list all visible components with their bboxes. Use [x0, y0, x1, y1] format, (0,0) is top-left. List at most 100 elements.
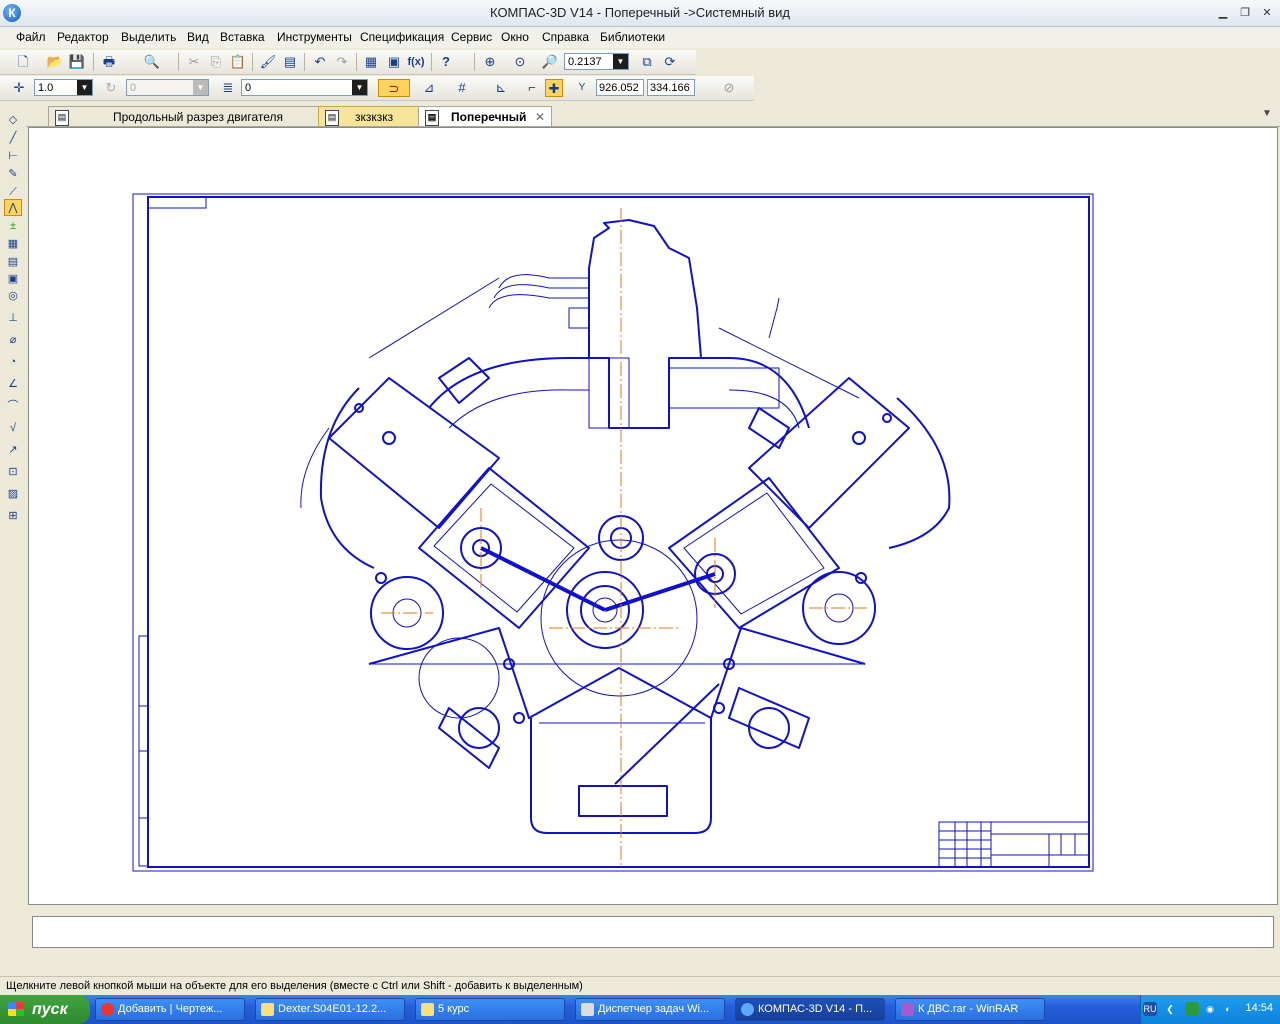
task-folder-5kurs[interactable]: 5 курс — [415, 998, 565, 1021]
start-button[interactable]: пуск — [0, 995, 90, 1024]
table-icon[interactable]: ⊞ — [4, 508, 22, 525]
angle-dim-icon[interactable]: ∠ — [4, 376, 22, 393]
menu-window[interactable]: Окно — [501, 30, 529, 44]
hatch-icon[interactable]: ▨ — [4, 486, 22, 503]
menu-view[interactable]: Вид — [187, 30, 209, 44]
zoom-all-icon[interactable]: ⊙ — [511, 53, 529, 71]
radial-dim-icon[interactable]: ◔ — [4, 354, 22, 371]
zoom-scale-combo[interactable]: 0.2137 ▼ — [564, 53, 629, 70]
coordinate-origin-icon[interactable]: ⊾ — [492, 79, 510, 97]
geometry-icon[interactable]: ◇ — [4, 112, 22, 129]
drawing-canvas[interactable] — [28, 127, 1278, 905]
task-browser[interactable]: Добавить | Чертеж... — [95, 998, 245, 1021]
stop-command-icon[interactable]: ⊘ — [720, 79, 738, 97]
parametrization-icon[interactable]: ⋀ — [4, 199, 22, 216]
manager-icon[interactable]: ▦ — [362, 53, 380, 71]
select-icon[interactable]: ▦ — [4, 236, 22, 253]
menu-help[interactable]: Справка — [542, 30, 589, 44]
variables-icon[interactable]: ▣ — [385, 53, 403, 71]
tabs-dropdown-icon[interactable]: ▼ — [1262, 108, 1272, 119]
cursor-snap-icon[interactable]: ✚ — [545, 79, 563, 97]
layer-combo[interactable]: 0 ▼ — [241, 79, 368, 96]
function-fx-icon[interactable]: f(x) — [407, 53, 425, 71]
menu-file[interactable]: Файл — [16, 30, 46, 44]
local-cs-icon[interactable]: ↻ — [102, 79, 120, 97]
linear-dim-icon[interactable]: ⊥ — [4, 310, 22, 327]
copy-properties-icon[interactable]: 🖌 — [259, 53, 277, 71]
tab-zkz[interactable]: ▤ зкзкзкз — [318, 106, 422, 126]
engine-drawing[interactable] — [29, 128, 1277, 904]
pan-icon[interactable]: ⧉ — [638, 53, 656, 71]
context-help-icon[interactable]: ? — [437, 53, 455, 71]
menu-tools[interactable]: Инструменты — [277, 30, 352, 44]
reports-icon[interactable]: ◎ — [4, 288, 22, 305]
open-folder-icon[interactable]: 📂 — [46, 53, 64, 71]
menu-service[interactable]: Сервис — [451, 30, 492, 44]
properties-icon[interactable]: ▤ — [281, 53, 299, 71]
step-combo[interactable]: 1.0 ▼ — [34, 79, 93, 96]
engine-cross-section — [300, 219, 951, 834]
coord-y-field[interactable]: 334.166 — [647, 79, 695, 96]
disabled-combo[interactable]: 0 ▼ — [126, 79, 209, 96]
leader-icon[interactable]: ↗ — [4, 442, 22, 459]
ortho-icon[interactable]: ⊿ — [420, 79, 438, 97]
layers-icon[interactable]: ≣ — [219, 79, 237, 97]
print-preview-icon[interactable]: 🔍 — [143, 53, 161, 71]
new-document-icon[interactable]: 🗋 — [14, 53, 32, 71]
chevron-down-icon[interactable]: ▼ — [352, 80, 367, 95]
restore-icon[interactable]: ❐ — [1236, 5, 1254, 21]
zoom-in-icon[interactable]: 🔎 — [541, 53, 559, 71]
print-icon[interactable]: 🖶 — [100, 53, 118, 71]
menu-select[interactable]: Выделить — [121, 30, 176, 44]
zoom-window-icon[interactable]: ⊕ — [481, 53, 499, 71]
close-icon[interactable]: ✕ — [1258, 5, 1276, 21]
chevron-down-icon[interactable]: ▼ — [613, 54, 628, 69]
text-icon[interactable]: ⊡ — [4, 464, 22, 481]
properties-panel-body[interactable] — [32, 916, 1274, 948]
coord-x-field[interactable]: 926.052 — [596, 79, 644, 96]
separator — [178, 53, 179, 71]
menu-insert[interactable]: Вставка — [220, 30, 265, 44]
marking-icon[interactable]: ✎ — [4, 166, 22, 183]
dimensions-icon[interactable]: ⊢ — [4, 148, 22, 165]
menu-specification[interactable]: Спецификация — [360, 30, 444, 44]
paste-icon[interactable]: 📋 — [229, 53, 247, 71]
grid-step-icon[interactable]: ✛ — [10, 79, 28, 97]
chevron-down-icon[interactable]: ▼ — [193, 80, 208, 95]
network-icon[interactable]: ◉ — [1203, 1002, 1217, 1016]
clock: 14:54 — [1245, 1002, 1273, 1014]
grid-icon[interactable]: # — [453, 79, 471, 97]
spec-icon[interactable]: ▣ — [4, 271, 22, 288]
point-icon[interactable]: ╱ — [4, 130, 22, 147]
refresh-icon[interactable]: ⟳ — [661, 53, 679, 71]
volume-icon[interactable]: ◐ — [1221, 1002, 1235, 1016]
tab-cross-section[interactable]: ▤ Поперечный ✕ — [418, 106, 552, 126]
tray-app-icon[interactable] — [1185, 1002, 1199, 1016]
cut-icon[interactable]: ✂ — [185, 53, 203, 71]
menu-libraries[interactable]: Библиотеки — [600, 30, 665, 44]
undo-icon[interactable]: ↶ — [311, 53, 329, 71]
title-bar: К КОМПАС-3D V14 - Поперечный ->Системный… — [0, 0, 1280, 27]
measure-icon[interactable]: ± — [4, 218, 22, 235]
task-folder-dexter[interactable]: Dexter.S04E01-12.2... — [255, 998, 405, 1021]
task-winrar[interactable]: К ДВС.rar - WinRAR — [895, 998, 1045, 1021]
save-icon[interactable]: 💾 — [68, 53, 86, 71]
copy-icon[interactable]: ⎘ — [207, 53, 225, 71]
chevron-down-icon[interactable]: ▼ — [77, 80, 92, 95]
diameter-dim-icon[interactable]: ⌀ — [4, 332, 22, 349]
redo-icon[interactable]: ↷ — [333, 53, 351, 71]
menu-editor[interactable]: Редактор — [57, 30, 109, 44]
tab-longitudinal[interactable]: ▤ Продольный разрез двигателя ЗМЗ-53 — [48, 106, 324, 144]
arc-dim-icon[interactable]: ⌒ — [4, 398, 22, 415]
winrar-icon — [901, 1003, 914, 1016]
tray-arrow-icon[interactable]: ❮ — [1163, 1002, 1177, 1016]
task-kompas[interactable]: КОМПАС-3D V14 - П... — [735, 998, 885, 1021]
close-tab-icon[interactable]: ✕ — [535, 107, 545, 127]
round-icon[interactable]: ⌐ — [523, 79, 541, 97]
snap-magnet-icon[interactable]: ⊃ — [378, 79, 410, 97]
rough-icon[interactable]: √ — [4, 420, 22, 437]
minimize-icon[interactable]: ▁ — [1214, 5, 1232, 21]
associative-views-icon[interactable]: ▤ — [4, 254, 22, 271]
task-task-manager[interactable]: Диспетчер задач Wi... — [575, 998, 725, 1021]
language-indicator[interactable]: RU — [1143, 1002, 1157, 1016]
